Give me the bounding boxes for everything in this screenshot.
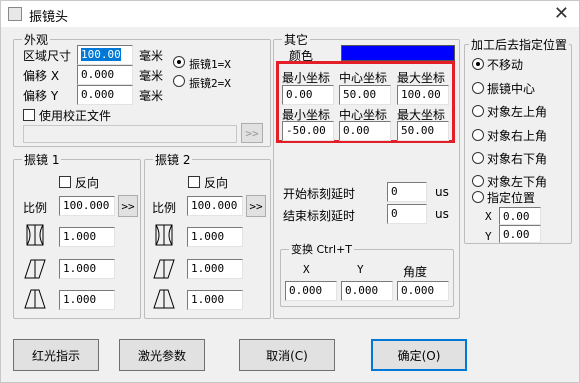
area-size-label: 区域尺寸 [23,49,72,63]
mirror2-ratio-button[interactable]: >> [246,195,266,217]
position-radio-top-right[interactable] [472,129,484,141]
unit-label: 毫米 [139,69,164,83]
position-radio-bottom-left[interactable] [472,175,484,187]
mirror2-reverse-label: 反向 [204,176,229,190]
mirror1-parallel-input[interactable]: 1.000 [59,259,115,279]
title-bar[interactable]: 振镜头 ✕ [1,1,579,27]
ok-button[interactable]: 确定(O) [371,339,467,371]
other-legend: 其它 [282,31,311,48]
mirror2-barrel-input[interactable]: 1.000 [187,227,243,247]
window-title: 振镜头 [29,10,69,25]
barrel-distortion-icon [155,224,173,246]
y-center-input[interactable]: 0.00 [339,121,391,141]
mirror1-reverse-checkbox[interactable] [59,176,71,188]
position-label-top-right: 对象右上角 [487,129,548,143]
close-icon[interactable]: ✕ [554,3,569,24]
area-size-value: 100.00 [81,48,121,61]
position-radio-no-move[interactable] [472,58,484,70]
start-delay-label: 开始标刻延时 [283,187,356,201]
use-correction-label: 使用校正文件 [39,109,112,123]
post-process-legend: 加工后去指定位置 [469,36,570,53]
parallelogram-icon [24,259,46,279]
mirror1-x-radio[interactable] [173,56,185,68]
barrel-distortion-icon [26,224,44,246]
mirror2-trapezoid-input[interactable]: 1.000 [187,290,243,310]
offset-y-label: 偏移 Y [23,89,59,103]
red-light-button[interactable]: 红光指示 [13,339,99,371]
mirror2-x-radio[interactable] [173,75,185,87]
trapezoid-icon [24,289,46,309]
mirror1-legend: 振镜 1 [22,151,62,168]
browse-correction-button[interactable]: >> [241,123,263,143]
x-center-input[interactable]: 50.00 [339,85,391,105]
position-y-label: Y [485,230,492,243]
start-delay-unit: us [435,185,449,199]
position-radio-top-left[interactable] [472,105,484,117]
transform-y-label: Y [357,263,364,276]
unit-label: 毫米 [139,49,164,63]
y-min-input[interactable]: -50.00 [282,121,334,141]
area-size-input[interactable]: 100.00 [77,45,133,65]
end-delay-input[interactable]: 0 [387,204,427,224]
mirror1-ratio-input[interactable]: 100.000 [59,196,115,216]
mirror1-reverse-label: 反向 [75,176,100,190]
transform-x-label: X [303,263,310,276]
min-coord-label: 最小坐标 [282,71,331,85]
center-coord-label: 中心坐标 [339,71,388,85]
mirror2-x-label: 振镜2=X [189,77,231,90]
position-label-bottom-right: 对象右下角 [487,152,548,166]
position-radio-bottom-right[interactable] [472,152,484,164]
y-max-input[interactable]: 50.00 [397,121,449,141]
position-label-bottom-left: 对象左下角 [487,175,548,189]
marking-color-swatch[interactable] [341,45,455,61]
transform-y-input[interactable]: 0.000 [341,281,393,301]
position-label-top-left: 对象左上角 [487,105,548,119]
appearance-legend: 外观 [22,31,51,48]
mirror2-parallel-input[interactable]: 1.000 [187,259,243,279]
mirror1-trapezoid-input[interactable]: 1.000 [59,290,115,310]
end-delay-unit: us [435,207,449,221]
mirror2-ratio-input[interactable]: 100.000 [187,196,243,216]
position-radio-center[interactable] [472,82,484,94]
parallelogram-icon [153,259,175,279]
offset-y-input[interactable]: 0.000 [77,85,133,105]
mirror2-ratio-label: 比例 [152,201,177,215]
max-coord-label: 最大坐标 [397,71,446,85]
mirror1-barrel-input[interactable]: 1.000 [59,227,115,247]
x-min-input[interactable]: 0.00 [282,85,334,105]
mirror2-reverse-checkbox[interactable] [188,176,200,188]
position-y-input[interactable]: 0.00 [499,225,541,243]
offset-x-input[interactable]: 0.000 [77,65,133,85]
offset-x-label: 偏移 X [23,69,60,83]
transform-angle-label: 角度 [403,265,428,279]
unit-label: 毫米 [139,89,164,103]
correction-file-input[interactable] [23,125,237,143]
position-x-label: X [485,210,492,223]
transform-x-input[interactable]: 0.000 [285,281,337,301]
dialog-window: 振镜头 ✕ 外观 区域尺寸 100.00 毫米 偏移 X 0.000 毫米 偏移… [0,0,580,383]
mirror2-legend: 振镜 2 [153,151,193,168]
cancel-button[interactable]: 取消(C) [239,339,335,371]
trapezoid-icon [153,289,175,309]
position-radio-specified[interactable] [472,191,484,203]
position-x-input[interactable]: 0.00 [499,207,541,225]
position-label-no-move: 不移动 [487,58,524,72]
position-label-center: 振镜中心 [487,82,536,96]
mirror1-ratio-label: 比例 [23,201,48,215]
transform-angle-input[interactable]: 0.000 [397,281,449,301]
end-delay-label: 结束标刻延时 [283,209,356,223]
transform-legend: 变换 Ctrl+T [289,241,355,257]
mirror1-ratio-button[interactable]: >> [118,195,138,217]
position-label-specified: 指定位置 [487,191,536,205]
use-correction-checkbox[interactable] [23,109,35,121]
laser-params-button[interactable]: 激光参数 [119,339,205,371]
mirror1-x-label: 振镜1=X [189,58,231,71]
app-icon [8,7,22,21]
x-max-input[interactable]: 100.00 [397,85,449,105]
start-delay-input[interactable]: 0 [387,182,427,202]
